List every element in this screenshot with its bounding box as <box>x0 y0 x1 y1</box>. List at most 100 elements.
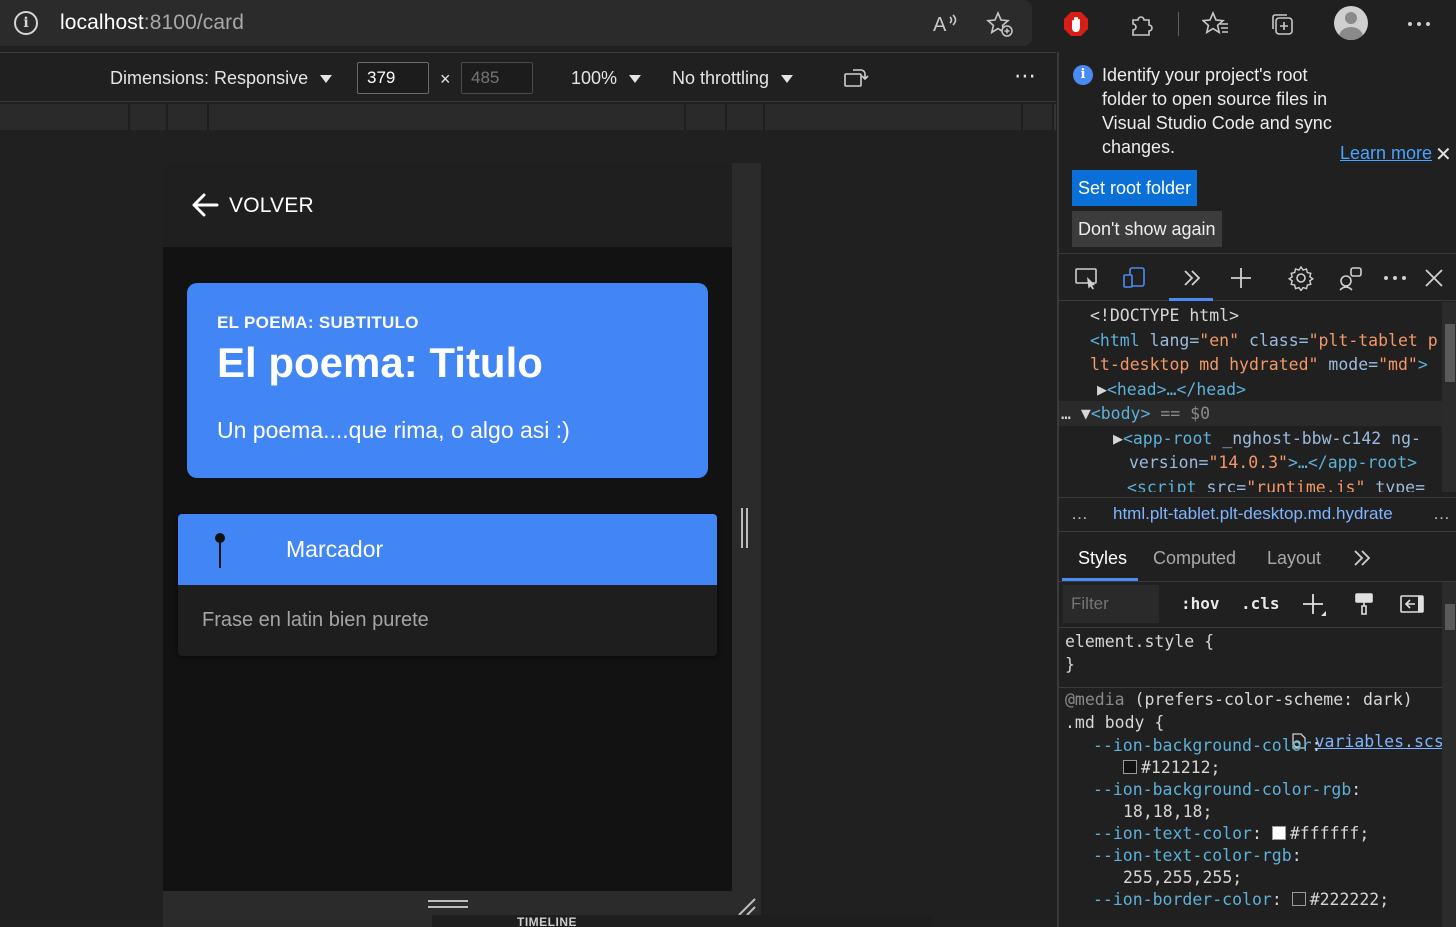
ruler-segment[interactable] <box>209 104 686 130</box>
ruler-segment[interactable] <box>765 104 1023 130</box>
toolbar-more-icon[interactable]: ⋯ <box>1014 63 1036 89</box>
dont-show-again-button[interactable]: Don't show again <box>1072 211 1222 247</box>
color-swatch[interactable] <box>1271 826 1286 840</box>
breadcrumb-item[interactable]: html.plt-tablet.plt-desktop.md.hydrate <box>1113 504 1393 524</box>
resize-handle-right[interactable] <box>741 508 749 548</box>
selector-text: .md body { <box>1065 713 1165 732</box>
zoom-label: 100% <box>571 68 618 88</box>
resize-corner-icon[interactable] <box>735 895 757 917</box>
color-swatch[interactable] <box>1291 892 1306 906</box>
html-attr-class: class= <box>1239 330 1309 350</box>
inspect-element-icon[interactable] <box>1072 264 1102 292</box>
ruler-segment[interactable] <box>1023 104 1054 130</box>
browser-menu-icon[interactable] <box>1403 8 1435 40</box>
device-emulation-icon[interactable] <box>1120 264 1150 292</box>
timeline-label[interactable]: TIMELINE <box>517 915 577 927</box>
paint-brush-icon[interactable] <box>1353 592 1375 621</box>
back-arrow-icon[interactable] <box>191 192 219 218</box>
css-value-text: #121212; <box>1141 758 1221 777</box>
add-favorite-icon[interactable] <box>984 8 1016 40</box>
settings-icon[interactable] <box>1286 264 1316 292</box>
ruler-segment[interactable] <box>130 104 168 130</box>
address-bar[interactable]: i localhost:8100/card A <box>0 0 1032 46</box>
css-property[interactable]: --ion-background-color: <box>1093 736 1321 755</box>
zoom-dropdown[interactable]: 100% <box>571 68 642 89</box>
collections-icon[interactable] <box>1266 8 1298 40</box>
dimensions-dropdown[interactable]: Dimensions: Responsive <box>110 68 333 89</box>
css-property-name: --ion-text-color <box>1093 824 1252 843</box>
tree-row-html-cont[interactable]: lt-desktop md hydrated" mode="md"> <box>1090 353 1428 378</box>
profile-avatar[interactable] <box>1334 6 1368 40</box>
new-rule-icon[interactable] <box>1301 592 1327 623</box>
height-input[interactable] <box>461 62 533 94</box>
card-content: Un poema....que rima, o algo asi :) <box>217 417 570 443</box>
more-options-icon[interactable] <box>1380 264 1410 292</box>
breadcrumb-overflow-icon[interactable]: … <box>1433 504 1450 524</box>
rule-selector[interactable]: .md body { <box>1065 713 1164 732</box>
element-style-rule[interactable]: element.style { <box>1065 632 1214 651</box>
rule-close-brace: } <box>1065 655 1075 674</box>
script-attr-src: src= <box>1196 477 1247 493</box>
tree-row-script[interactable]: <script src="runtime.js" type= <box>1127 476 1425 493</box>
ruler-segment[interactable] <box>686 104 727 130</box>
html-attr-lang: lang= <box>1139 330 1200 350</box>
color-swatch[interactable] <box>1123 760 1137 774</box>
tree-row-body[interactable]: … ▼<body> == $0 <box>1061 402 1210 427</box>
favorites-icon[interactable] <box>1200 8 1232 40</box>
css-value[interactable]: #121212; <box>1123 758 1220 777</box>
css-value[interactable]: 255,255,255; <box>1123 868 1242 887</box>
learn-more-link[interactable]: Learn more <box>1340 143 1432 164</box>
throttling-label: No throttling <box>672 68 770 88</box>
ruler-segment[interactable] <box>727 104 765 130</box>
ruler-segment[interactable] <box>0 104 130 130</box>
tree-row-doctype[interactable]: <!DOCTYPE html> <box>1090 304 1239 329</box>
css-property[interactable]: --ion-text-color-rgb: <box>1093 846 1302 865</box>
add-tab-icon[interactable] <box>1226 264 1256 292</box>
more-tabs-icon[interactable] <box>1177 264 1207 292</box>
css-value[interactable]: 18,18,18; <box>1123 802 1212 821</box>
css-property[interactable]: --ion-background-color-rgb: <box>1093 780 1361 799</box>
throttling-dropdown[interactable]: No throttling <box>672 68 794 89</box>
scroll-thumb[interactable] <box>1445 604 1455 630</box>
extensions-icon[interactable] <box>1126 8 1158 40</box>
set-root-folder-button[interactable]: Set root folder <box>1072 170 1198 206</box>
read-aloud-icon[interactable]: A <box>930 8 962 40</box>
class-toggle[interactable]: .cls <box>1241 594 1280 613</box>
ruler-segment[interactable] <box>168 104 209 130</box>
width-input[interactable] <box>357 62 429 94</box>
hover-state-toggle[interactable]: :hov <box>1181 594 1220 613</box>
tab-styles[interactable]: Styles <box>1078 548 1127 569</box>
expand-triangle-icon[interactable]: ▶ <box>1113 429 1123 448</box>
close-icon[interactable]: ✕ <box>1435 142 1452 167</box>
elements-scrollbar[interactable] <box>1442 302 1456 492</box>
toggle-sidebar-icon[interactable] <box>1399 594 1425 619</box>
styles-scrollbar[interactable] <box>1442 582 1456 927</box>
back-button[interactable]: VOLVER <box>229 194 314 218</box>
customize-icon[interactable] <box>1335 264 1365 292</box>
url-path: :8100/card <box>143 11 245 34</box>
ad-block-icon[interactable] <box>1060 8 1092 40</box>
rotate-icon[interactable] <box>843 66 869 95</box>
source-link-text: variables.scss:199 <box>1314 732 1442 751</box>
row-more-icon[interactable]: … <box>1061 404 1071 423</box>
collapse-triangle-icon[interactable]: ▼ <box>1071 404 1091 423</box>
styles-filter-input[interactable] <box>1063 585 1159 623</box>
breadcrumb-overflow-icon[interactable]: … <box>1071 504 1088 524</box>
more-tabs-icon[interactable] <box>1353 549 1371 572</box>
tab-computed[interactable]: Computed <box>1153 548 1236 569</box>
expand-triangle-icon[interactable]: ▶ <box>1097 380 1107 399</box>
resize-handle-bottom[interactable] <box>428 900 468 910</box>
doctype-text: <!DOCTYPE html> <box>1090 306 1240 325</box>
close-devtools-icon[interactable] <box>1419 264 1449 292</box>
tree-row-app-root[interactable]: ▶<app-root _nghost-bbw-c142 ng- <box>1113 427 1421 452</box>
tab-layout[interactable]: Layout <box>1267 548 1321 569</box>
site-info-icon[interactable]: i <box>14 11 38 35</box>
tree-row-html[interactable]: <html lang="en" class="plt-tablet p <box>1090 329 1438 354</box>
tree-row-app-root-cont[interactable]: version="14.0.3">…</app-root> <box>1129 451 1417 476</box>
css-property[interactable]: --ion-text-color: #ffffff; <box>1093 824 1369 843</box>
url-text[interactable]: localhost:8100/card <box>60 11 244 35</box>
css-property[interactable]: --ion-border-color: #222222; <box>1093 890 1389 909</box>
marker-card-header[interactable]: Marcador <box>178 514 717 585</box>
scroll-thumb[interactable] <box>1445 324 1455 382</box>
tree-row-head[interactable]: ▶<head>…</head> <box>1097 378 1246 403</box>
